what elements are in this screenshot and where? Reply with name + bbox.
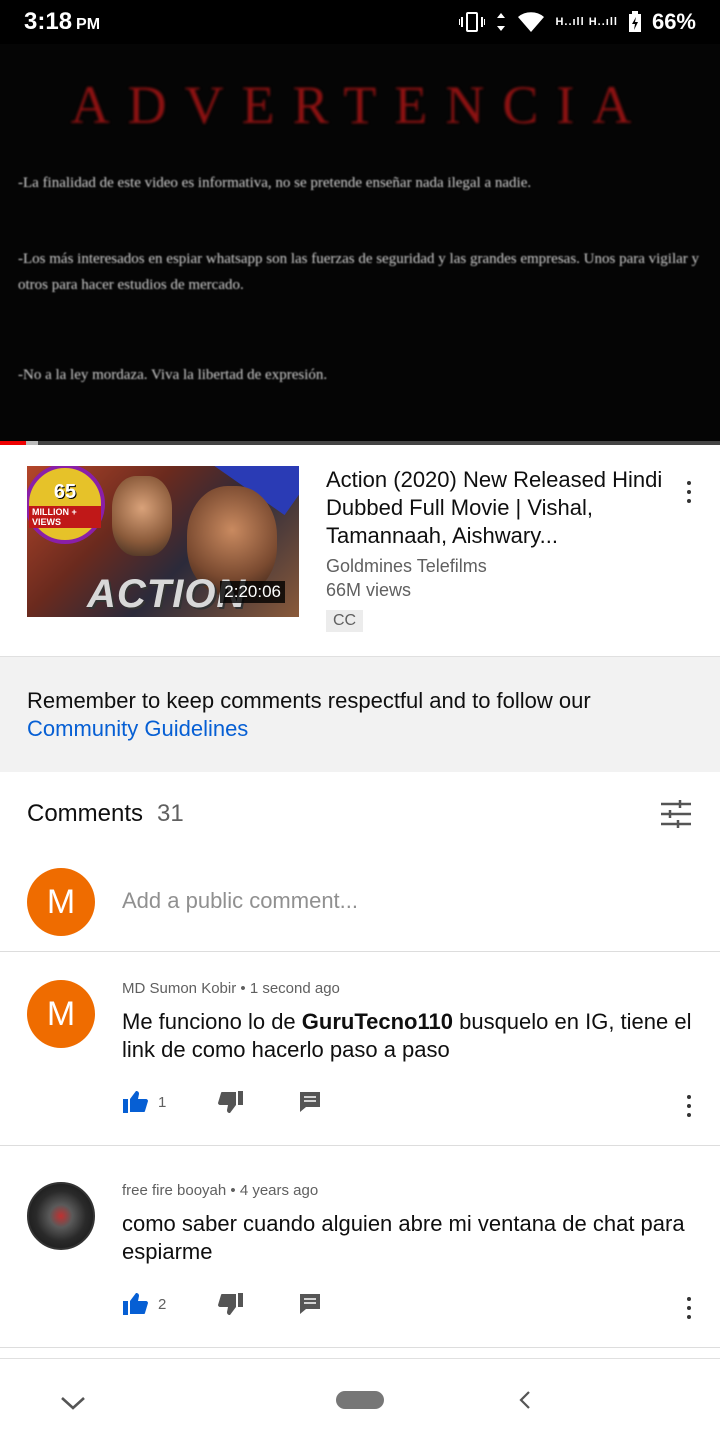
comment-meta: MD Sumon Kobir • 1 second ago xyxy=(122,980,340,997)
avatar[interactable] xyxy=(27,1182,95,1250)
add-comment-row[interactable]: M Add a public comment... xyxy=(0,868,720,952)
comment-item: M MD Sumon Kobir • 1 second ago Me funci… xyxy=(0,980,720,1146)
chevron-down-icon[interactable] xyxy=(60,1395,86,1411)
video-progress-bar[interactable] xyxy=(0,441,720,445)
comment-time: 1 second ago xyxy=(249,980,340,997)
avatar[interactable]: M xyxy=(27,980,95,1048)
vibrate-icon xyxy=(459,12,486,32)
video-thumbnail[interactable]: 65 MILLION + VIEWS ACTION 2:20:06 xyxy=(27,466,299,617)
reply-icon[interactable] xyxy=(298,1090,322,1114)
comment-more-icon[interactable] xyxy=(677,1294,701,1322)
video-more-icon[interactable] xyxy=(677,478,701,506)
comment-more-icon[interactable] xyxy=(677,1092,701,1120)
like-count: 1 xyxy=(158,1093,167,1111)
like-icon[interactable] xyxy=(122,1090,148,1114)
comment-item: free fire booyah • 4 years ago como sabe… xyxy=(0,1182,720,1348)
add-comment-input[interactable]: Add a public comment... xyxy=(122,888,358,914)
battery-icon xyxy=(628,11,641,32)
channel-name[interactable]: Goldmines Telefilms xyxy=(326,556,487,577)
reply-icon[interactable] xyxy=(298,1292,322,1316)
video-text-line-3: -No a la ley mordaza. Viva la libertad d… xyxy=(18,367,328,383)
comments-label: Comments xyxy=(27,800,144,827)
status-icons: H..ıll H..ıll 66% xyxy=(459,9,696,35)
like-count: 2 xyxy=(158,1295,167,1313)
community-guidelines-link[interactable]: Community Guidelines xyxy=(27,715,693,743)
video-overlay-title: ADVERTENCIA xyxy=(70,75,650,135)
battery-percent: 66% xyxy=(651,9,696,34)
comment-meta: free fire booyah • 4 years ago xyxy=(122,1182,319,1199)
view-count: 66M views xyxy=(326,580,412,600)
status-time: 3:18 PM xyxy=(24,8,101,35)
dislike-icon[interactable] xyxy=(218,1292,244,1316)
like-icon[interactable] xyxy=(122,1292,148,1316)
back-icon[interactable] xyxy=(518,1389,532,1411)
home-pill-button[interactable] xyxy=(336,1391,384,1409)
signal-strength: H..ıll H..ıll xyxy=(555,16,618,28)
comment-actions: 2 xyxy=(122,1292,322,1316)
progress-played xyxy=(0,441,26,445)
video-duration: 2:20:06 xyxy=(220,581,285,603)
avatar: M xyxy=(27,868,95,936)
comment-author[interactable]: MD Sumon Kobir xyxy=(122,980,236,997)
thumbnail-views-badge: 65 MILLION + VIEWS xyxy=(27,466,105,544)
suggested-video[interactable]: 65 MILLION + VIEWS ACTION 2:20:06 Action… xyxy=(0,446,720,656)
comment-author[interactable]: free fire booyah xyxy=(122,1182,226,1199)
video-text-line-1: -La finalidad de este video es informati… xyxy=(18,175,532,191)
progress-buffered xyxy=(25,441,38,445)
comments-header: Comments 31 xyxy=(27,790,693,838)
comment-text: Me funciono lo de GuruTecno110 busquelo … xyxy=(122,1009,692,1062)
comment-time: 4 years ago xyxy=(239,1182,319,1199)
video-text-line-2: -Los más interesados en espiar whatsapp … xyxy=(18,251,700,293)
system-nav-bar xyxy=(0,1358,720,1440)
video-player[interactable]: ADVERTENCIA -La finalidad de este video … xyxy=(0,44,720,444)
comments-count: 31 xyxy=(157,800,184,827)
thumbnail-figure xyxy=(112,476,172,556)
video-title[interactable]: Action (2020) New Released Hindi Dubbed … xyxy=(326,466,666,550)
comment-actions: 1 xyxy=(122,1090,322,1114)
notice-text: Remember to keep comments respectful and… xyxy=(27,688,591,713)
cc-badge: CC xyxy=(326,610,364,632)
sort-comments-icon[interactable] xyxy=(659,799,693,829)
dislike-icon[interactable] xyxy=(218,1090,244,1114)
community-guidelines-notice: Remember to keep comments respectful and… xyxy=(0,656,720,772)
wifi-icon xyxy=(518,12,545,32)
comment-text: como saber cuando alguien abre mi ventan… xyxy=(122,1211,685,1264)
status-bar: 3:18 PM H..ıll H..ıll 66% xyxy=(0,0,720,44)
data-arrows-icon xyxy=(497,13,506,31)
